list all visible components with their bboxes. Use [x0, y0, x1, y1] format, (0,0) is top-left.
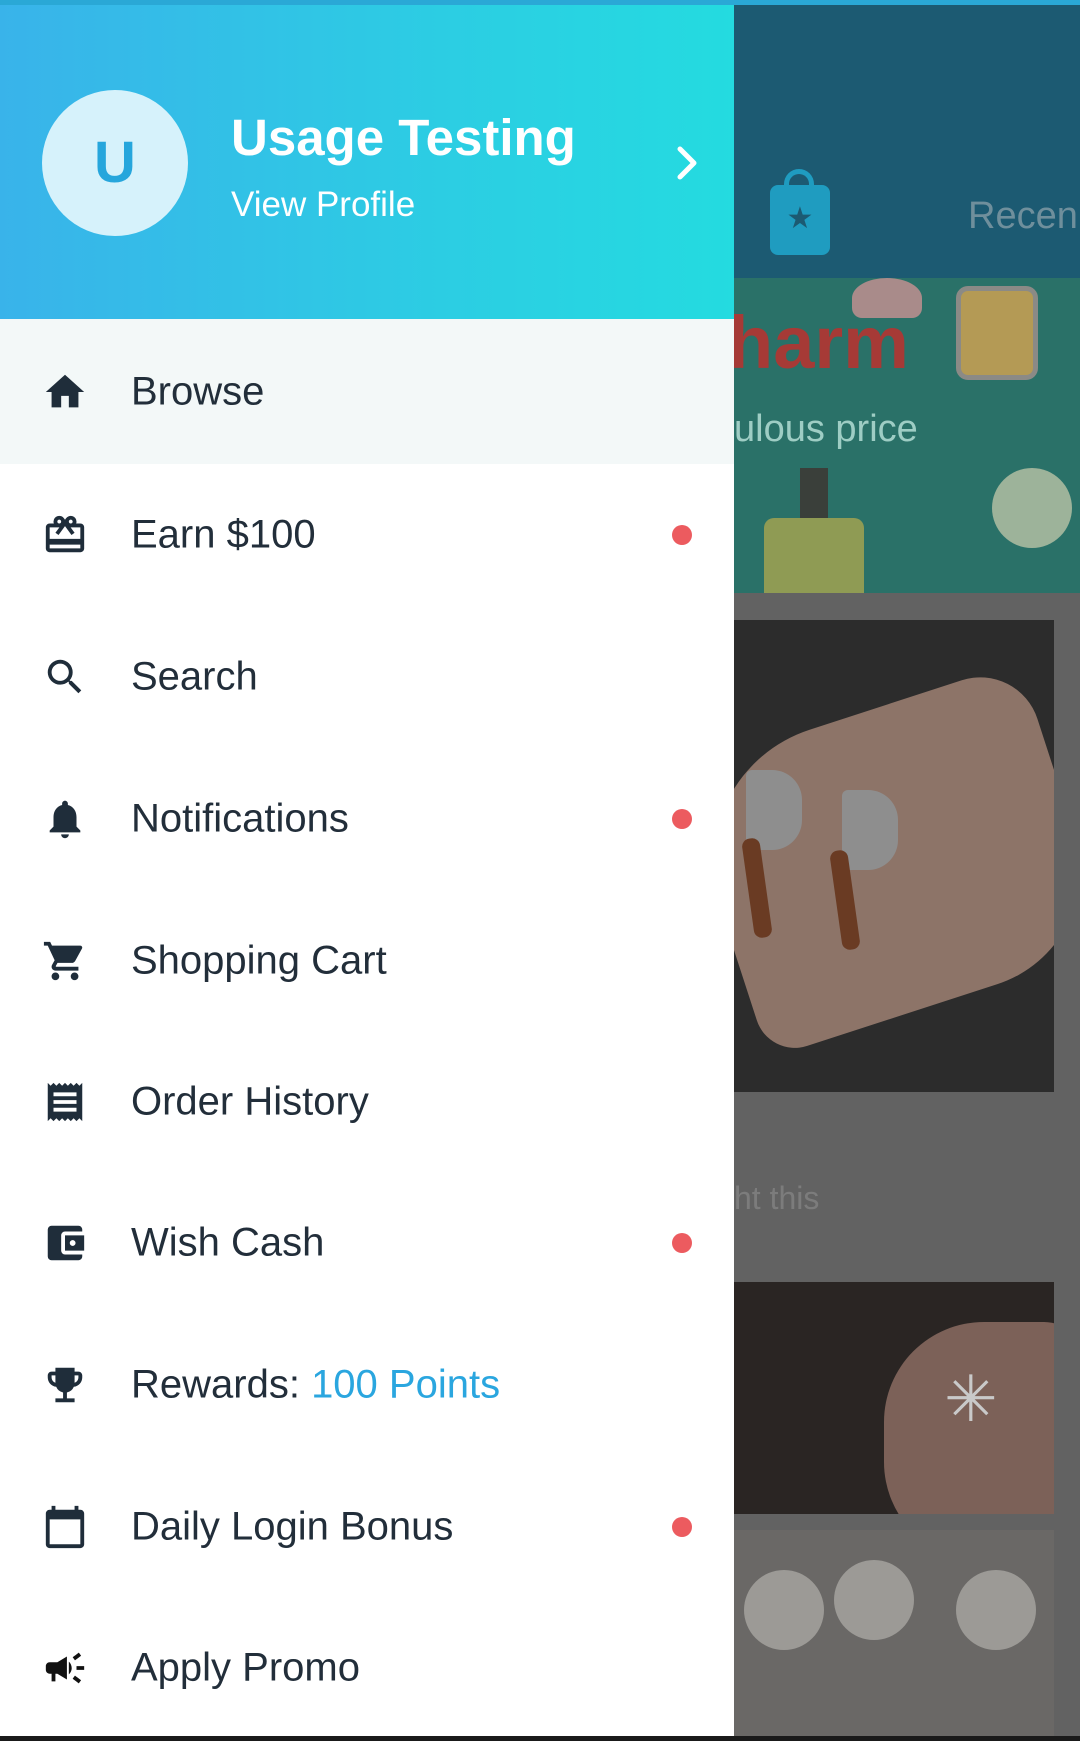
menu-item-rewards[interactable]: Rewards: 100 Points	[0, 1314, 734, 1456]
product-caption: ht this	[734, 1180, 820, 1216]
status-bar-line	[0, 0, 1080, 5]
menu-item-label: Search	[131, 654, 258, 699]
chevron-right-icon[interactable]	[672, 143, 702, 183]
menu-item-order-history[interactable]: Order History	[0, 1031, 734, 1173]
search-icon	[47, 659, 82, 694]
user-name: Usage Testing	[231, 109, 576, 166]
notification-dot	[672, 809, 692, 829]
cart-icon	[43, 941, 83, 981]
product-image-pearl-earrings	[734, 1530, 1054, 1741]
background-banner: harm ulous price	[734, 278, 1080, 593]
menu-item-wish-cash[interactable]: Wish Cash	[0, 1172, 734, 1314]
shopping-bag-icon: ★	[770, 169, 830, 255]
menu-item-shopping-cart[interactable]: Shopping Cart	[0, 890, 734, 1032]
navigation-drawer: U Usage Testing View Profile Browse Earn…	[0, 5, 734, 1741]
menu-item-label: Wish Cash	[131, 1220, 325, 1265]
banner-subtitle: ulous price	[734, 408, 918, 450]
bell-icon	[49, 800, 81, 839]
menu-item-label: Daily Login Bonus	[131, 1504, 454, 1549]
flower-image	[992, 468, 1072, 548]
background-header: ★ Recen	[734, 5, 1080, 278]
perfume-bottle-image	[956, 286, 1038, 380]
menu-item-label: Rewards: 100 Points	[131, 1363, 500, 1408]
home-icon	[45, 374, 85, 407]
menu-item-daily-login-bonus[interactable]: Daily Login Bonus	[0, 1456, 734, 1598]
menu-item-label: Earn $100	[131, 512, 316, 557]
rewards-label: Rewards:	[131, 1362, 312, 1407]
profile-header[interactable]: U Usage Testing View Profile	[0, 5, 734, 319]
banner-title: harm	[734, 301, 909, 384]
background-tab-label: Recen	[968, 195, 1078, 237]
gift-icon	[45, 515, 85, 553]
product-image-axe-keychain	[734, 620, 1054, 1092]
wallet-icon	[47, 1225, 85, 1261]
menu-item-label: Apply Promo	[131, 1645, 360, 1690]
menu-item-search[interactable]: Search	[0, 606, 734, 748]
view-profile-link[interactable]: View Profile	[231, 185, 415, 225]
perfume-bottle-image	[764, 468, 864, 593]
menu-item-label: Browse	[131, 369, 265, 413]
notification-dot	[672, 1233, 692, 1253]
notification-dot	[672, 1517, 692, 1537]
calendar-icon	[45, 1505, 85, 1549]
trophy-icon	[47, 1367, 83, 1403]
menu-item-apply-promo[interactable]: Apply Promo	[0, 1597, 734, 1739]
avatar[interactable]: U	[42, 90, 188, 236]
menu-item-label: Order History	[131, 1079, 369, 1124]
menu-item-notifications[interactable]: Notifications	[0, 748, 734, 890]
menu-item-earn[interactable]: Earn $100	[0, 464, 734, 606]
notification-dot	[672, 525, 692, 545]
menu-item-label: Notifications	[131, 796, 349, 841]
menu-item-browse[interactable]: Browse	[0, 319, 734, 464]
product-image-earring: ✳	[734, 1282, 1054, 1514]
rewards-points: 100 Points	[311, 1362, 501, 1407]
menu-item-label: Shopping Cart	[131, 938, 387, 983]
megaphone-icon	[45, 1652, 85, 1684]
navigation-bar-edge	[0, 1736, 1080, 1741]
receipt-icon	[47, 1082, 83, 1122]
